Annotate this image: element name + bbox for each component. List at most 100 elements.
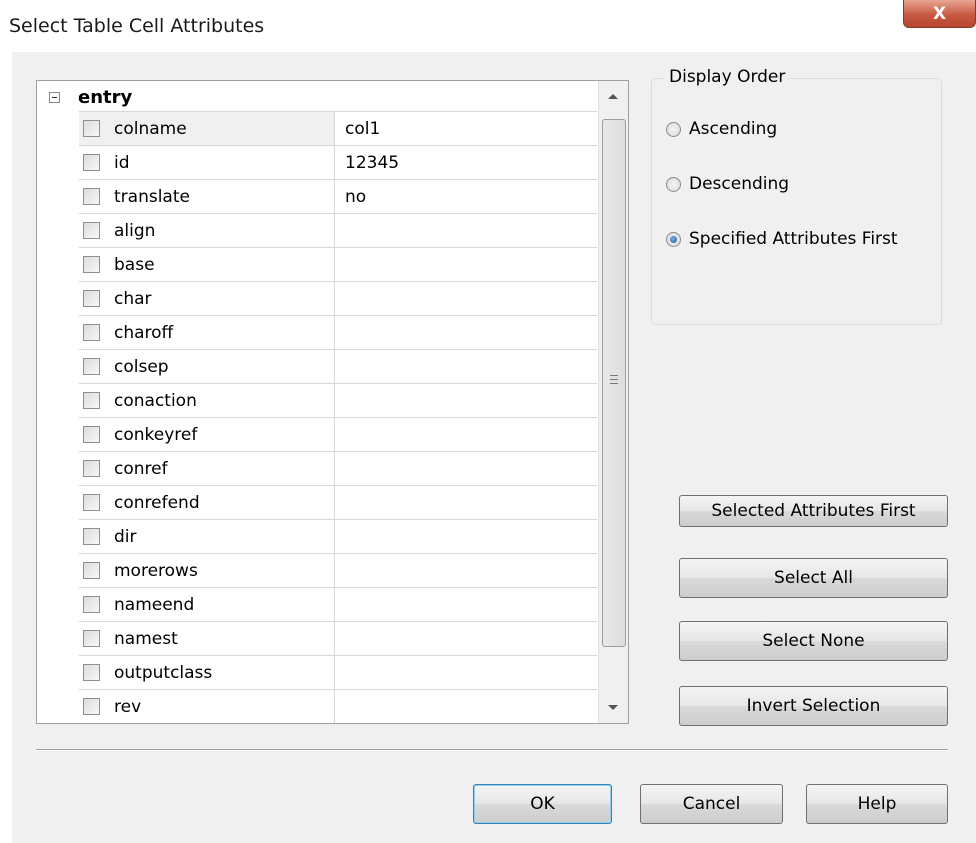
attribute-name-cell[interactable]: conkeyref xyxy=(79,418,335,451)
attribute-name: conaction xyxy=(114,390,197,411)
attribute-name-cell[interactable]: base xyxy=(79,248,335,281)
attribute-row[interactable]: charoff xyxy=(79,315,597,349)
attribute-name-cell[interactable]: morerows xyxy=(79,554,335,587)
attribute-name-cell[interactable]: outputclass xyxy=(79,656,335,689)
attribute-name-cell[interactable]: charoff xyxy=(79,316,335,349)
radio-button-icon[interactable] xyxy=(666,231,681,247)
attribute-checkbox[interactable] xyxy=(83,290,100,307)
attribute-name-cell[interactable]: namest xyxy=(79,622,335,655)
attribute-name-cell[interactable]: align xyxy=(79,214,335,247)
attribute-name: id xyxy=(114,152,130,173)
attribute-row[interactable]: conaction xyxy=(79,383,597,417)
attribute-name: rev xyxy=(114,696,142,717)
attribute-name-cell[interactable]: conref xyxy=(79,452,335,485)
attribute-name: base xyxy=(114,254,155,275)
radio-button-icon[interactable] xyxy=(666,176,681,192)
attribute-checkbox[interactable] xyxy=(83,256,100,273)
attribute-name-cell[interactable]: id xyxy=(79,146,335,179)
attribute-grid[interactable]: entry colname col1 id 12345 translate no align… xyxy=(36,80,629,724)
radio-descending[interactable]: Descending xyxy=(666,174,789,194)
attribute-row[interactable]: colsep xyxy=(79,349,597,383)
scroll-down-icon[interactable] xyxy=(608,705,618,710)
attribute-row[interactable]: rev xyxy=(79,689,597,723)
radio-ascending[interactable]: Ascending xyxy=(666,119,777,139)
attribute-name: align xyxy=(114,220,156,241)
attribute-name: char xyxy=(114,288,152,309)
scroll-up-icon[interactable] xyxy=(608,94,618,99)
attribute-value[interactable]: 12345 xyxy=(335,153,399,173)
radio-button-icon[interactable] xyxy=(666,121,681,137)
attribute-checkbox[interactable] xyxy=(83,120,100,137)
attribute-name: conkeyref xyxy=(114,424,198,445)
attribute-checkbox[interactable] xyxy=(83,324,100,341)
attribute-row[interactable]: namest xyxy=(79,621,597,655)
attribute-checkbox[interactable] xyxy=(83,698,100,715)
selected-attributes-first-button[interactable]: Selected Attributes First xyxy=(679,495,948,527)
attribute-value[interactable]: no xyxy=(335,187,366,207)
attribute-value[interactable]: col1 xyxy=(335,119,380,139)
footer-separator xyxy=(36,749,948,751)
attribute-name-cell[interactable]: rev xyxy=(79,690,335,723)
attribute-name: charoff xyxy=(114,322,174,343)
attribute-row[interactable]: align xyxy=(79,213,597,247)
grip-line xyxy=(610,379,618,380)
attribute-name-cell[interactable]: dir xyxy=(79,520,335,553)
radio-label-ascending: Ascending xyxy=(689,119,778,139)
vertical-scrollbar[interactable] xyxy=(598,81,628,723)
attribute-row[interactable]: conkeyref xyxy=(79,417,597,451)
attribute-checkbox[interactable] xyxy=(83,562,100,579)
attribute-checkbox[interactable] xyxy=(83,426,100,443)
grid-root-row[interactable]: entry xyxy=(37,81,597,113)
attribute-name-cell[interactable]: conrefend xyxy=(79,486,335,519)
attribute-checkbox[interactable] xyxy=(83,664,100,681)
collapse-icon[interactable] xyxy=(49,91,60,103)
attribute-row[interactable]: nameend xyxy=(79,587,597,621)
attribute-checkbox[interactable] xyxy=(83,392,100,409)
attribute-name-cell[interactable]: char xyxy=(79,282,335,315)
attribute-row[interactable]: outputclass xyxy=(79,655,597,689)
attribute-name-cell[interactable]: translate xyxy=(79,180,335,213)
attribute-checkbox[interactable] xyxy=(83,630,100,647)
attribute-name: colname xyxy=(114,118,187,139)
radio-specified-first[interactable]: Specified Attributes First xyxy=(666,229,898,249)
attribute-row[interactable]: morerows xyxy=(79,553,597,587)
attribute-row[interactable]: translate no xyxy=(79,179,597,213)
attribute-name-cell[interactable]: colsep xyxy=(79,350,335,383)
attribute-checkbox[interactable] xyxy=(83,154,100,171)
grid-root-label: entry xyxy=(78,86,133,108)
grip-line xyxy=(610,383,618,384)
attribute-checkbox[interactable] xyxy=(83,596,100,613)
cancel-button[interactable]: Cancel xyxy=(640,784,783,824)
attribute-name-cell[interactable]: colname xyxy=(79,112,335,145)
attribute-name: colsep xyxy=(114,356,169,377)
attribute-checkbox[interactable] xyxy=(83,528,100,545)
attribute-row[interactable]: conref xyxy=(79,451,597,485)
dialog-title: Select Table Cell Attributes xyxy=(9,15,265,37)
attribute-name-cell[interactable]: conaction xyxy=(79,384,335,417)
attribute-checkbox[interactable] xyxy=(83,222,100,239)
attribute-name: namest xyxy=(114,628,178,649)
attribute-checkbox[interactable] xyxy=(83,494,100,511)
attribute-row[interactable]: id 12345 xyxy=(79,145,597,179)
display-order-legend: Display Order xyxy=(665,67,790,87)
ok-button[interactable]: OK xyxy=(473,784,612,824)
attribute-row[interactable]: base xyxy=(79,247,597,281)
window-border xyxy=(0,52,12,843)
select-all-button[interactable]: Select All xyxy=(679,558,948,598)
attribute-checkbox[interactable] xyxy=(83,358,100,375)
attribute-row[interactable]: dir xyxy=(79,519,597,553)
attribute-checkbox[interactable] xyxy=(83,188,100,205)
radio-label-specified-first: Specified Attributes First xyxy=(689,229,898,249)
attribute-name-cell[interactable]: nameend xyxy=(79,588,335,621)
help-button[interactable]: Help xyxy=(806,784,948,824)
attribute-checkbox[interactable] xyxy=(83,460,100,477)
display-order-group xyxy=(651,78,942,325)
attribute-name: outputclass xyxy=(114,662,213,683)
attribute-row[interactable]: conrefend xyxy=(79,485,597,519)
attribute-row[interactable]: colname col1 xyxy=(79,111,597,145)
scrollbar-thumb[interactable] xyxy=(602,119,626,647)
attribute-row[interactable]: char xyxy=(79,281,597,315)
close-button[interactable]: X xyxy=(903,0,976,28)
select-none-button[interactable]: Select None xyxy=(679,621,948,661)
invert-selection-button[interactable]: Invert Selection xyxy=(679,686,948,726)
